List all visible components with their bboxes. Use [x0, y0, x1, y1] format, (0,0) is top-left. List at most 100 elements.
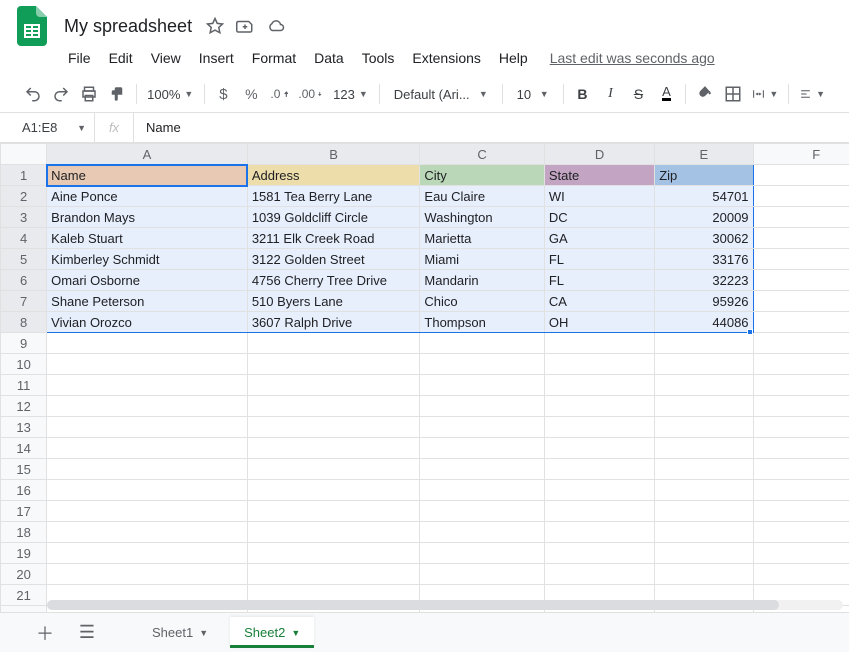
select-all-corner[interactable]	[1, 144, 47, 165]
cell[interactable]	[47, 417, 248, 438]
cell[interactable]	[753, 354, 849, 375]
cell[interactable]	[655, 501, 753, 522]
paint-format-icon[interactable]	[104, 80, 130, 108]
undo-icon[interactable]	[20, 80, 46, 108]
formula-input[interactable]: Name	[134, 120, 849, 135]
cell[interactable]	[247, 459, 420, 480]
cell[interactable]	[753, 375, 849, 396]
cell[interactable]	[753, 186, 849, 207]
cell[interactable]: 32223	[655, 270, 753, 291]
col-header-C[interactable]: C	[420, 144, 544, 165]
sheet-tab-sheet1[interactable]: Sheet1▼	[138, 617, 222, 648]
name-box[interactable]: A1:E8 ▼	[0, 120, 94, 135]
menu-file[interactable]: File	[60, 46, 99, 70]
cell[interactable]	[247, 522, 420, 543]
row-header-13[interactable]: 13	[1, 417, 47, 438]
cell[interactable]: Miami	[420, 249, 544, 270]
row-header-2[interactable]: 2	[1, 186, 47, 207]
cell[interactable]	[544, 459, 654, 480]
cell[interactable]	[47, 459, 248, 480]
cell[interactable]	[753, 333, 849, 354]
row-header-21[interactable]: 21	[1, 585, 47, 606]
cell[interactable]	[247, 333, 420, 354]
cell[interactable]	[655, 375, 753, 396]
cell[interactable]: 20009	[655, 207, 753, 228]
row-header-16[interactable]: 16	[1, 480, 47, 501]
format-currency[interactable]: $	[210, 80, 236, 108]
cell[interactable]: 30062	[655, 228, 753, 249]
format-percent[interactable]: %	[238, 80, 264, 108]
cell[interactable]: 1039 Goldcliff Circle	[247, 207, 420, 228]
cell[interactable]: Washington	[420, 207, 544, 228]
cell[interactable]	[47, 354, 248, 375]
menu-edit[interactable]: Edit	[101, 46, 141, 70]
cell[interactable]	[544, 333, 654, 354]
cell[interactable]	[753, 270, 849, 291]
cell[interactable]	[420, 480, 544, 501]
cell[interactable]	[247, 480, 420, 501]
cell[interactable]: 3211 Elk Creek Road	[247, 228, 420, 249]
cell[interactable]	[544, 480, 654, 501]
cell[interactable]	[655, 354, 753, 375]
cell[interactable]: Kimberley Schmidt	[47, 249, 248, 270]
row-header-9[interactable]: 9	[1, 333, 47, 354]
row-header-20[interactable]: 20	[1, 564, 47, 585]
row-header-12[interactable]: 12	[1, 396, 47, 417]
menu-data[interactable]: Data	[306, 46, 352, 70]
cell[interactable]: OH	[544, 312, 654, 333]
cell[interactable]: Vivian Orozco	[47, 312, 248, 333]
cell[interactable]	[247, 564, 420, 585]
cell[interactable]	[247, 354, 420, 375]
menu-insert[interactable]: Insert	[191, 46, 242, 70]
cell[interactable]	[47, 543, 248, 564]
cell[interactable]	[47, 564, 248, 585]
cell[interactable]	[753, 522, 849, 543]
cell[interactable]	[247, 417, 420, 438]
cell[interactable]	[544, 438, 654, 459]
cell[interactable]: 95926	[655, 291, 753, 312]
cell[interactable]	[753, 564, 849, 585]
cell[interactable]: Eau Claire	[420, 186, 544, 207]
more-formats[interactable]: 123▼	[328, 80, 373, 108]
cell[interactable]: Shane Peterson	[47, 291, 248, 312]
move-icon[interactable]	[236, 17, 254, 35]
sheets-logo[interactable]	[14, 8, 50, 44]
menu-tools[interactable]: Tools	[354, 46, 403, 70]
redo-icon[interactable]	[48, 80, 74, 108]
cell[interactable]: 1581 Tea Berry Lane	[247, 186, 420, 207]
cell[interactable]: State	[544, 165, 654, 186]
cell[interactable]	[47, 480, 248, 501]
cell[interactable]: 33176	[655, 249, 753, 270]
cell[interactable]	[655, 333, 753, 354]
cell[interactable]	[753, 165, 849, 186]
row-header-14[interactable]: 14	[1, 438, 47, 459]
cell[interactable]	[420, 333, 544, 354]
cell[interactable]: Address	[247, 165, 420, 186]
menu-help[interactable]: Help	[491, 46, 536, 70]
cell[interactable]: City	[420, 165, 544, 186]
row-header-3[interactable]: 3	[1, 207, 47, 228]
cell[interactable]	[655, 480, 753, 501]
row-header-8[interactable]: 8	[1, 312, 47, 333]
strikethrough-button[interactable]: S	[625, 80, 651, 108]
cell[interactable]: FL	[544, 270, 654, 291]
cell[interactable]: Mandarin	[420, 270, 544, 291]
sheet-tab-sheet2[interactable]: Sheet2▼	[230, 617, 314, 648]
horizontal-align-button[interactable]: ▼	[795, 80, 829, 108]
cell[interactable]: FL	[544, 249, 654, 270]
cell[interactable]: 3607 Ralph Drive	[247, 312, 420, 333]
merge-cells-button[interactable]: ▼	[748, 80, 782, 108]
row-header-17[interactable]: 17	[1, 501, 47, 522]
cell[interactable]	[753, 291, 849, 312]
cell[interactable]: WI	[544, 186, 654, 207]
cell[interactable]	[753, 249, 849, 270]
borders-button[interactable]	[720, 80, 746, 108]
cell[interactable]	[753, 396, 849, 417]
all-sheets-button[interactable]: ☰	[70, 616, 104, 650]
row-header-4[interactable]: 4	[1, 228, 47, 249]
cell[interactable]	[544, 564, 654, 585]
cell[interactable]	[655, 438, 753, 459]
cell[interactable]	[655, 564, 753, 585]
cell[interactable]	[655, 459, 753, 480]
cell[interactable]: 3122 Golden Street	[247, 249, 420, 270]
